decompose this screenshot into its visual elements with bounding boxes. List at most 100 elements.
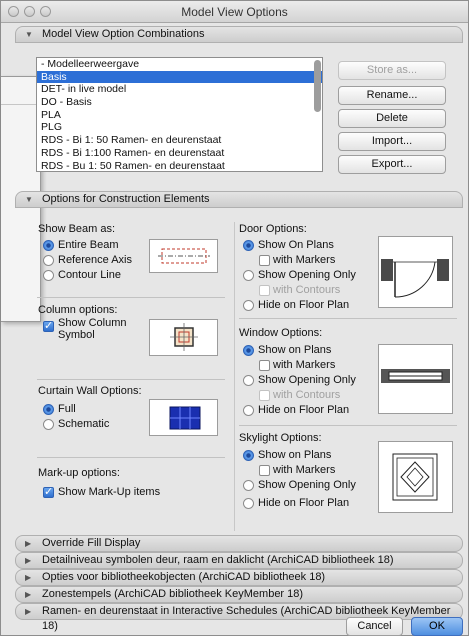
column-divider [234, 222, 235, 531]
radio-label: Full [58, 403, 76, 415]
section-header-bibliotheekobjecten[interactable]: ▶ Opties voor bibliotheekobjecten (Archi… [15, 569, 463, 586]
checkbox-skylight-with-markers[interactable] [259, 465, 270, 476]
beam-preview-icon [158, 248, 210, 264]
disclosure-triangle-closed-icon: ▶ [25, 607, 32, 616]
ok-button[interactable]: OK [411, 617, 463, 636]
checkbox-label: with Markers [273, 359, 336, 371]
checkbox-door-with-markers[interactable] [259, 255, 270, 266]
store-as-button[interactable]: Store as... [338, 61, 446, 80]
radio-label: Show on Plans [258, 449, 332, 461]
radio-skylight-show-opening-only[interactable] [243, 480, 254, 491]
rename-button[interactable]: Rename... [338, 86, 446, 105]
list-item[interactable]: RDS - Bu 1: 50 Ramen- en deurenstaat [37, 160, 322, 172]
skylight-options-title: Skylight Options: [239, 432, 322, 444]
section-header-construction[interactable]: ▼ Options for Construction Elements [15, 191, 463, 208]
list-item[interactable]: DO - Basis [37, 96, 322, 109]
section-title: Override Fill Display [42, 537, 141, 549]
list-scrollbar[interactable] [314, 60, 321, 112]
section-header-override-fill[interactable]: ▶ Override Fill Display [15, 535, 463, 552]
radio-curtain-schematic[interactable] [43, 419, 54, 430]
radio-label: Schematic [58, 418, 110, 430]
door-options-title: Door Options: [239, 223, 307, 235]
section-header-combinations[interactable]: ▼ Model View Option Combinations [15, 26, 463, 43]
import-button[interactable]: Import... [338, 132, 446, 151]
checkbox-show-markup[interactable]: ✓ [43, 487, 54, 498]
window-symbol-icon [381, 369, 450, 383]
radio-skylight-show-on-plans[interactable] [243, 450, 254, 461]
list-item[interactable]: RDS - Bi 1: 50 Ramen- en deurenstaat [37, 134, 322, 147]
checkbox-window-with-contours[interactable] [259, 390, 270, 401]
column-symbol-icon [170, 323, 198, 351]
radio-label: Reference Axis [58, 254, 132, 266]
export-button[interactable]: Export... [338, 155, 446, 174]
disclosure-triangle-closed-icon: ▶ [25, 556, 32, 565]
list-item[interactable]: PLA [37, 109, 322, 122]
cancel-button[interactable]: Cancel [346, 617, 403, 636]
radio-window-hide[interactable] [243, 405, 254, 416]
list-item[interactable]: PLG [37, 121, 322, 134]
checkbox-label: with Contours [273, 389, 341, 401]
section-header-zonestempels[interactable]: ▶ Zonestempels (ArchiCAD bibliotheek Key… [15, 586, 463, 603]
section-title: Zonestempels (ArchiCAD bibliotheek KeyMe… [42, 588, 304, 600]
separator [37, 297, 225, 298]
door-symbol-icon [381, 259, 449, 298]
section-title: Opties voor bibliotheekobjecten (ArchiCA… [42, 571, 326, 583]
delete-button[interactable]: Delete [338, 109, 446, 128]
window-options-title: Window Options: [239, 327, 323, 339]
section-title: Detailniveau symbolen deur, raam en dakl… [42, 554, 394, 566]
radio-label: Entire Beam [58, 239, 119, 251]
checkbox-label: Show Mark-Up items [58, 486, 161, 498]
curtain-wall-preview [149, 399, 218, 436]
list-item[interactable]: DET- in live model [37, 83, 322, 96]
radio-door-show-on-plans[interactable] [243, 240, 254, 251]
radio-label: Contour Line [58, 269, 121, 281]
window-preview [378, 344, 453, 414]
combinations-list[interactable]: - Modelleerweergave Basis DET- in live m… [36, 57, 323, 172]
checkbox-door-with-contours[interactable] [259, 285, 270, 296]
checkbox-label: with Markers [273, 254, 336, 266]
column-preview [149, 319, 218, 356]
disclosure-triangle-open-icon: ▼ [25, 195, 33, 204]
radio-label: Show Opening Only [258, 374, 356, 386]
radio-skylight-hide[interactable] [243, 498, 254, 509]
section-title: Model View Option Combinations [42, 28, 205, 40]
radio-window-show-on-plans[interactable] [243, 345, 254, 356]
curtain-wall-options-title: Curtain Wall Options: [38, 385, 142, 397]
radio-label: Hide on Floor Plan [258, 404, 350, 416]
column-options-title: Column options: [38, 304, 118, 316]
separator [37, 457, 225, 458]
checkbox-label: with Markers [273, 464, 336, 476]
checkbox-label: Show Column Symbol [58, 317, 127, 341]
radio-curtain-full[interactable] [43, 404, 54, 415]
checkbox-window-with-markers[interactable] [259, 360, 270, 371]
disclosure-triangle-closed-icon: ▶ [25, 573, 32, 582]
beam-options-title: Show Beam as: [38, 223, 116, 235]
separator [37, 379, 225, 380]
window-title: Model View Options [181, 5, 288, 19]
disclosure-triangle-open-icon: ▼ [25, 30, 33, 39]
radio-label: Hide on Floor Plan [258, 497, 350, 509]
radio-entire-beam[interactable] [43, 240, 54, 251]
beam-preview [149, 239, 218, 273]
radio-window-show-opening-only[interactable] [243, 375, 254, 386]
radio-door-show-opening-only[interactable] [243, 270, 254, 281]
radio-contour-line[interactable] [43, 270, 54, 281]
separator [239, 318, 457, 319]
radio-label: Show Opening Only [258, 479, 356, 491]
door-preview [378, 236, 453, 308]
title-bar: Model View Options [1, 1, 468, 23]
section-title: Options for Construction Elements [42, 193, 210, 205]
markup-options-title: Mark-up options: [38, 467, 120, 479]
radio-label: Show On Plans [258, 239, 334, 251]
section-header-detailniveau[interactable]: ▶ Detailniveau symbolen deur, raam en da… [15, 552, 463, 569]
checkbox-label: with Contours [273, 284, 341, 296]
checkbox-show-column-symbol[interactable]: ✓ [43, 321, 54, 332]
skylight-preview [378, 441, 453, 513]
disclosure-triangle-closed-icon: ▶ [25, 590, 32, 599]
separator [239, 425, 457, 426]
list-item[interactable]: - Modelleerweergave [37, 58, 322, 71]
radio-reference-axis[interactable] [43, 255, 54, 266]
list-item-selected[interactable]: Basis [37, 70, 322, 84]
radio-door-hide[interactable] [243, 300, 254, 311]
list-item[interactable]: RDS - Bi 1:100 Ramen- en deurenstaat [37, 147, 322, 160]
